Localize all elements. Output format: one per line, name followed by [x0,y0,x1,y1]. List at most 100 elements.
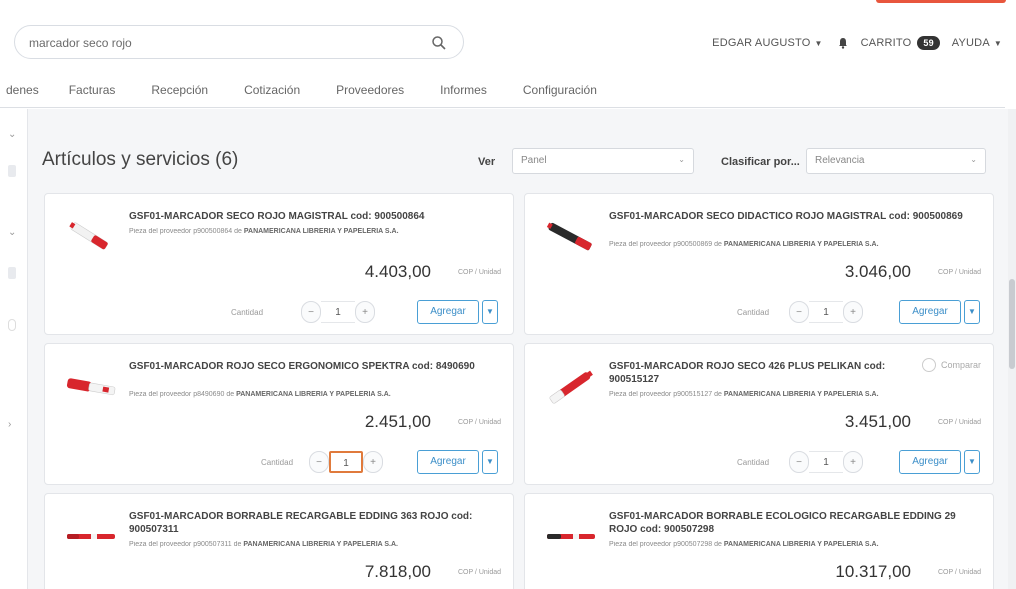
user-area: EDGAR AUGUSTO ▼ CARRITO 59 AYUDA ▼ [700,30,1002,56]
quantity-value[interactable]: 1 [809,451,843,473]
chevron-down-icon[interactable]: ⌄ [8,227,16,238]
supplier-info: Pieza del proveedor p8490690 de PANAMERI… [129,391,391,398]
quantity-label: Cantidad [231,308,264,317]
add-to-cart-button[interactable]: Agregar [417,300,479,324]
tab-proveedores[interactable]: Proveedores [336,83,404,97]
quantity-value[interactable]: 1 [321,301,355,323]
main-nav: denes Facturas Recepción Cotización Prov… [0,72,1005,108]
filter-sidebar: ⌄ ⌄ › [0,109,28,589]
chevron-down-icon: ⌄ [970,155,977,164]
cart-count-badge: 59 [917,36,940,50]
add-to-cart-button[interactable]: Agregar [899,300,961,324]
chevron-down-icon[interactable]: ⌄ [8,129,16,140]
view-select-value: Panel [521,155,547,166]
product-title[interactable]: GSF01-MARCADOR SECO ROJO MAGISTRAL cod: … [129,210,501,223]
marker-product-image[interactable] [63,362,119,412]
product-card: GSF01-MARCADOR SECO DIDACTICO ROJO MAGIS… [524,193,994,335]
marker-product-image[interactable] [63,212,119,262]
filter-checkbox[interactable] [8,267,16,279]
chevron-down-icon: ▼ [993,38,1002,48]
help-menu[interactable]: AYUDA ▼ [952,37,1002,49]
top-accent-bar [876,0,1006,3]
quantity-stepper[interactable]: − 1 + [789,451,877,473]
user-name: EDGAR AUGUSTO [712,37,811,49]
product-title[interactable]: GSF01-MARCADOR ROJO SECO 426 PLUS PELIKA… [609,360,891,386]
tab-configuracion[interactable]: Configuración [523,83,597,97]
supplier-info: Pieza del proveedor p900500864 de PANAME… [129,228,399,235]
product-card: GSF01-MARCADOR SECO ROJO MAGISTRAL cod: … [44,193,514,335]
product-card: GSF01-MARCADOR BORRABLE RECARGABLE EDDIN… [44,493,514,589]
quantity-value[interactable]: 1 [329,451,363,473]
compare-toggle[interactable]: Comparar [917,358,981,372]
marker-product-image[interactable] [543,362,599,412]
supplier-info: Pieza del proveedor p900507311 de PANAME… [129,541,399,548]
cart-button[interactable]: CARRITO 59 [861,36,940,50]
filter-checkbox[interactable] [8,165,16,177]
quantity-label: Cantidad [737,458,770,467]
increment-button[interactable]: + [363,451,383,473]
user-menu[interactable]: EDGAR AUGUSTO ▼ [712,37,823,49]
decrement-button[interactable]: − [309,451,329,473]
product-card: GSF01-MARCADOR ROJO SECO ERGONOMICO SPEK… [44,343,514,485]
sort-select[interactable]: Relevancia ⌄ [806,148,986,174]
search-box[interactable] [14,25,464,59]
increment-button[interactable]: + [843,451,863,473]
price-unit: COP / Unidad [457,569,501,576]
supplier-info: Pieza del proveedor p900500869 de PANAME… [609,241,879,248]
cart-label: CARRITO [860,37,912,49]
add-to-cart-button[interactable]: Agregar [417,450,479,474]
tab-facturas[interactable]: Facturas [69,83,116,97]
sort-label: Clasificar por... [721,156,800,168]
price-unit: COP / Unidad [457,269,501,276]
chevron-down-icon: ⌄ [678,155,685,164]
product-price: 3.046,00 [844,262,911,281]
filter-radio[interactable] [8,319,16,331]
main-content: ⌄ ⌄ › Artículos y servicios (6) Ver Pane… [0,109,1016,589]
quantity-value[interactable]: 1 [809,301,843,323]
chevron-down-icon: ▼ [814,38,823,48]
search-input[interactable] [29,34,409,52]
add-to-cart-button[interactable]: Agregar [899,450,961,474]
scrollbar[interactable] [1008,109,1016,589]
marker-product-image[interactable] [543,212,599,262]
product-title[interactable]: GSF01-MARCADOR BORRABLE ECOLOGICO RECARG… [609,510,981,536]
bell-icon[interactable] [837,37,849,49]
increment-button[interactable]: + [355,301,375,323]
product-price: 7.818,00 [364,562,431,581]
product-title[interactable]: GSF01-MARCADOR SECO DIDACTICO ROJO MAGIS… [609,210,981,223]
price-unit: COP / Unidad [937,419,981,426]
product-price: 10.317,00 [835,562,911,581]
add-options-dropdown[interactable]: ▼ [482,300,498,324]
chevron-right-icon[interactable]: › [8,419,11,430]
quantity-label: Cantidad [261,458,294,467]
product-price: 4.403,00 [364,262,431,281]
quantity-stepper[interactable]: − 1 + [309,451,397,473]
product-title[interactable]: GSF01-MARCADOR BORRABLE RECARGABLE EDDIN… [129,510,501,536]
price-unit: COP / Unidad [937,569,981,576]
decrement-button[interactable]: − [789,451,809,473]
view-select[interactable]: Panel ⌄ [512,148,694,174]
add-options-dropdown[interactable]: ▼ [964,450,980,474]
marker-product-image[interactable] [543,512,599,562]
compare-checkbox[interactable] [921,358,936,372]
product-title[interactable]: GSF01-MARCADOR ROJO SECO ERGONOMICO SPEK… [129,360,501,373]
product-price: 3.451,00 [844,412,911,431]
tab-cotizacion[interactable]: Cotización [244,83,300,97]
quantity-label: Cantidad [737,308,770,317]
scrollbar-thumb[interactable] [1009,279,1015,369]
decrement-button[interactable]: − [301,301,321,323]
marker-product-image[interactable] [63,512,119,562]
tab-informes[interactable]: Informes [440,83,487,97]
search-icon[interactable] [431,35,447,51]
compare-label: Comparar [940,360,981,370]
decrement-button[interactable]: − [789,301,809,323]
increment-button[interactable]: + [843,301,863,323]
tab-ordenes[interactable]: denes [6,83,39,97]
sort-select-value: Relevancia [815,155,865,166]
add-options-dropdown[interactable]: ▼ [482,450,498,474]
tab-recepcion[interactable]: Recepción [151,83,208,97]
quantity-stepper[interactable]: − 1 + [789,301,877,323]
quantity-stepper[interactable]: − 1 + [301,301,389,323]
add-options-dropdown[interactable]: ▼ [964,300,980,324]
price-unit: COP / Unidad [457,419,501,426]
